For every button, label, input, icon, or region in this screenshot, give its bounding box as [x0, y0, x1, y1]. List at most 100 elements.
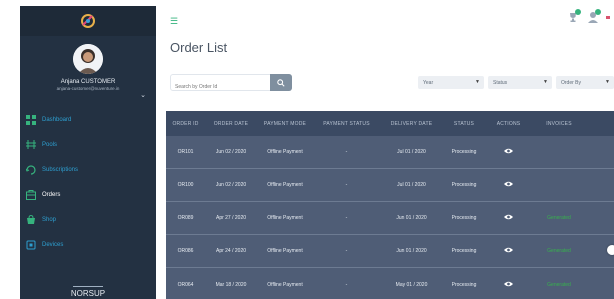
- order-id: OR086: [177, 248, 194, 254]
- order-date: Apr 27 / 2020: [215, 215, 247, 221]
- order-date: Mar 18 / 2020: [215, 281, 247, 288]
- payment-mode: Offline Payment: [267, 281, 303, 288]
- column-header: PAYMENT STATUS: [323, 120, 370, 127]
- eye-icon: [504, 148, 513, 154]
- search-box: [170, 74, 292, 95]
- invoice-status[interactable]: Generated: [532, 282, 586, 288]
- eye-icon: [504, 281, 513, 286]
- trophy-icon[interactable]: [566, 9, 581, 24]
- order-date: Jun 02 / 2020: [215, 149, 247, 155]
- sidebar-item-subscriptions[interactable]: Subscriptions: [20, 157, 156, 182]
- sidebar-item-label: Subscriptions: [42, 166, 79, 173]
- order-id: OR101: [177, 149, 194, 155]
- view-action[interactable]: [485, 181, 532, 189]
- status-select[interactable]: Status ▼: [488, 76, 552, 89]
- notification-badge: [575, 9, 581, 15]
- order-status: Processing: [451, 182, 477, 188]
- view-action[interactable]: [485, 247, 532, 255]
- sidebar-item-label: Orders: [42, 191, 61, 198]
- order-id: OR064: [177, 281, 194, 288]
- avatar: [73, 44, 103, 74]
- delivery-date: Jul 01 / 2020: [397, 182, 426, 188]
- pools-icon: [26, 139, 36, 149]
- app-window: Anjana CUSTOMER anjana-customer@nuventur…: [0, 0, 614, 299]
- page-title: Order List: [170, 40, 228, 55]
- hamburger-icon[interactable]: ☰: [170, 16, 178, 27]
- table-row[interactable]: OR101 Jun 02 / 2020 Offline Payment - Ju…: [166, 136, 614, 169]
- delivery-date: Jun 01 / 2020: [396, 248, 427, 254]
- year-select[interactable]: Year ▼: [418, 76, 484, 89]
- table-row[interactable]: OR089 Apr 27 / 2020 Offline Payment - Ju…: [166, 202, 614, 235]
- sidebar-item-devices[interactable]: Devices: [20, 232, 156, 257]
- devices-icon: [26, 240, 36, 249]
- sidebar-item-label: Devices: [42, 241, 64, 248]
- select-label: Order By: [561, 79, 582, 86]
- order-status: Processing: [451, 149, 477, 155]
- user-email: anjana-customer@nuventure.in: [56, 86, 120, 91]
- view-action[interactable]: [485, 281, 532, 289]
- orders-table: ORDER ID ORDER DATE PAYMENT MODE PAYMENT…: [166, 111, 614, 299]
- sidebar-item-orders[interactable]: Orders: [20, 182, 156, 207]
- column-header: DELIVERY DATE: [390, 120, 433, 127]
- sidebar-item-label: Shop: [42, 216, 57, 223]
- column-header: INVOICES: [546, 120, 572, 127]
- sidebar: Anjana CUSTOMER anjana-customer@nuventur…: [20, 6, 156, 299]
- caret-down-icon: ▼: [605, 79, 610, 85]
- sidebar-item-shop[interactable]: Shop: [20, 207, 156, 232]
- delivery-date: Jun 01 / 2020: [396, 215, 427, 221]
- column-header: ORDER DATE: [213, 120, 249, 127]
- sidebar-item-label: Dashboard: [42, 116, 72, 123]
- main-content: Order List Year ▼ Status ▼ Order By ▼ OR: [156, 36, 614, 299]
- order-id: OR089: [177, 215, 194, 221]
- logo[interactable]: [20, 6, 156, 36]
- column-header: ACTIONS: [496, 120, 521, 127]
- sidebar-item-dashboard[interactable]: Dashboard: [20, 107, 156, 132]
- payment-status: -: [345, 215, 348, 221]
- order-id: OR100: [177, 182, 194, 188]
- divider: [73, 286, 103, 287]
- eye-icon: [504, 247, 513, 253]
- table-row[interactable]: OR086 Apr 24 / 2020 Offline Payment - Ju…: [166, 235, 614, 268]
- order-status: Processing: [451, 248, 477, 254]
- scroll-handle[interactable]: [607, 245, 614, 255]
- column-header: PAYMENT MODE: [263, 120, 307, 127]
- logo-icon: [81, 14, 95, 28]
- order-by-select[interactable]: Order By ▼: [556, 76, 614, 89]
- eye-icon: [504, 214, 513, 220]
- shop-icon: [27, 214, 35, 224]
- brand-footer: NORSUP: [20, 286, 156, 299]
- order-status: Processing: [451, 215, 477, 221]
- top-bar: ☰: [156, 6, 614, 36]
- view-action[interactable]: [485, 148, 532, 156]
- select-label: Status: [493, 79, 508, 86]
- dashboard-icon: [26, 114, 36, 125]
- user-icon[interactable]: [586, 9, 601, 24]
- invoice-status[interactable]: Generated: [532, 215, 586, 221]
- search-button[interactable]: [270, 74, 292, 91]
- table-row[interactable]: OR064 Mar 18 / 2020 Offline Payment - Ma…: [166, 268, 614, 299]
- chevron-down-icon[interactable]: ⌄: [140, 91, 146, 99]
- order-date: Jun 02 / 2020: [215, 182, 247, 188]
- payment-status: -: [345, 149, 348, 155]
- invoice-status[interactable]: Generated: [532, 248, 586, 254]
- table-row[interactable]: OR100 Jun 02 / 2020 Offline Payment - Ju…: [166, 169, 614, 202]
- user-profile[interactable]: Anjana CUSTOMER anjana-customer@nuventur…: [20, 36, 156, 91]
- delivery-date: May 01 / 2020: [395, 281, 428, 288]
- subscriptions-icon: [26, 164, 36, 175]
- sidebar-nav: Dashboard Pools Subscriptions Orders Sho…: [20, 107, 156, 257]
- caret-down-icon: ▼: [543, 79, 548, 85]
- order-date: Apr 24 / 2020: [215, 248, 247, 254]
- payment-mode: Offline Payment: [267, 248, 303, 254]
- column-header: ORDER ID: [172, 120, 199, 127]
- column-header: STATUS: [453, 120, 475, 127]
- sidebar-item-pools[interactable]: Pools: [20, 132, 156, 157]
- view-action[interactable]: [485, 214, 532, 222]
- search-icon: [277, 78, 285, 87]
- eye-icon: [504, 181, 513, 187]
- menu-icon[interactable]: [606, 10, 610, 24]
- sidebar-item-label: Pools: [42, 141, 58, 148]
- caret-down-icon: ▼: [475, 79, 480, 85]
- payment-status: -: [345, 182, 348, 188]
- payment-mode: Offline Payment: [267, 149, 303, 155]
- notification-badge: [595, 9, 601, 15]
